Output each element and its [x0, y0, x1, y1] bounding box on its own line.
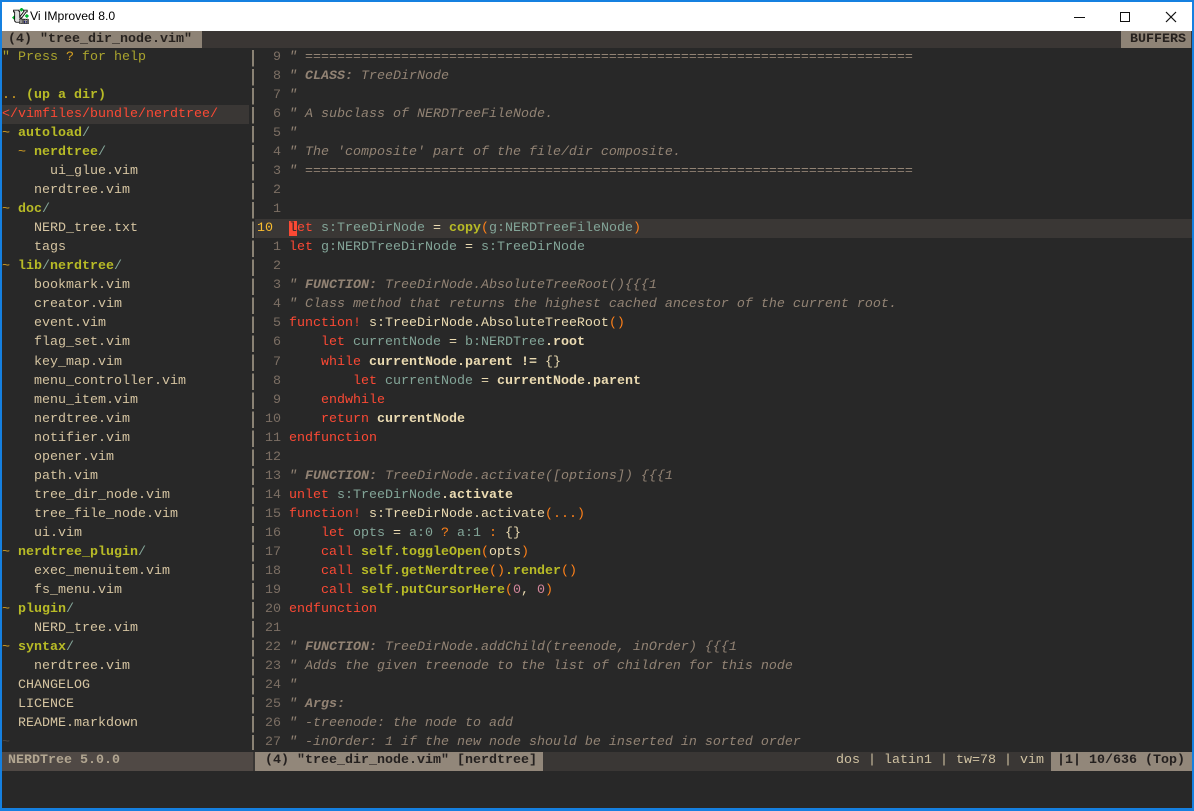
svg-text:im: im — [19, 16, 29, 25]
